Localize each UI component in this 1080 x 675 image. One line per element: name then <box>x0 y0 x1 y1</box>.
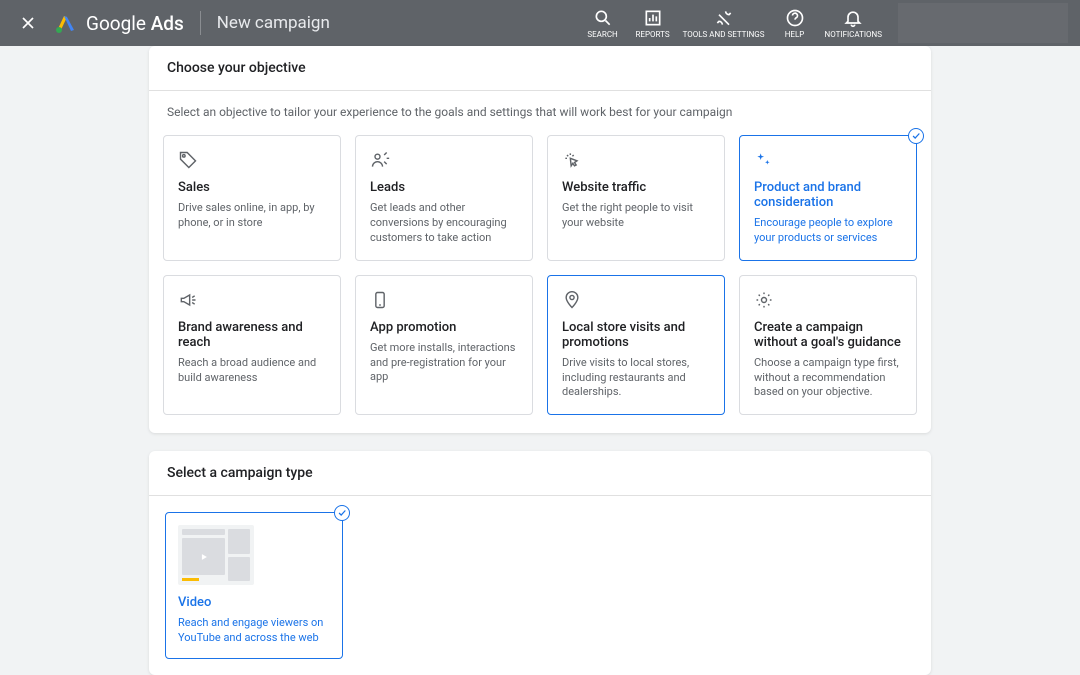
tools-icon <box>714 8 734 28</box>
objective-no-guidance[interactable]: Create a campaign without a goal's guida… <box>739 275 917 416</box>
video-thumbnail <box>178 525 254 585</box>
reports-icon <box>643 8 663 28</box>
selected-check-icon <box>334 505 350 521</box>
brand-logo: Google Ads <box>54 11 184 35</box>
objective-app[interactable]: App promotion Get more installs, interac… <box>355 275 533 416</box>
help-icon <box>785 8 805 28</box>
campaign-type-title: Select a campaign type <box>149 451 931 496</box>
campaign-type-label: Video <box>178 595 330 610</box>
objective-desc: Encourage people to explore your product… <box>754 216 902 246</box>
objective-desc: Drive sales online, in app, by phone, or… <box>178 201 326 231</box>
objective-title: Sales <box>178 180 326 195</box>
objective-traffic[interactable]: Website traffic Get the right people to … <box>547 135 725 261</box>
objective-panel-subtitle: Select an objective to tailor your exper… <box>149 91 931 127</box>
tag-icon <box>178 150 326 172</box>
header-account-area <box>898 3 1068 43</box>
megaphone-icon <box>178 290 326 312</box>
play-icon <box>199 552 209 562</box>
tool-label: SEARCH <box>587 30 617 39</box>
tool-label: HELP <box>785 30 805 39</box>
page-title: New campaign <box>217 13 330 33</box>
objective-title: App promotion <box>370 320 518 335</box>
tool-settings[interactable]: TOOLS AND SETTINGS <box>679 6 769 41</box>
objective-title: Local store visits and promotions <box>562 320 710 350</box>
header-tools: SEARCH REPORTS TOOLS AND SETTINGS HELP N… <box>579 6 886 41</box>
objective-title: Brand awareness and reach <box>178 320 326 350</box>
objective-product-brand[interactable]: Product and brand consideration Encourag… <box>739 135 917 261</box>
search-icon <box>593 8 613 28</box>
objective-desc: Reach a broad audience and build awarene… <box>178 356 326 386</box>
bell-icon <box>843 8 863 28</box>
objective-awareness[interactable]: Brand awareness and reach Reach a broad … <box>163 275 341 416</box>
brand-light: Google <box>86 12 146 35</box>
leads-icon <box>370 150 518 172</box>
sparkle-icon <box>754 150 902 172</box>
objective-panel: Choose your objective Select an objectiv… <box>149 46 931 433</box>
objective-desc: Get more installs, interactions and pre-… <box>370 341 518 386</box>
brand-bold: Ads <box>151 12 184 35</box>
objective-desc: Drive visits to local stores, including … <box>562 356 710 401</box>
tool-label: REPORTS <box>636 30 670 39</box>
objective-sales[interactable]: Sales Drive sales online, in app, by pho… <box>163 135 341 261</box>
close-icon <box>18 13 38 33</box>
pin-icon <box>562 290 710 312</box>
campaign-type-panel: Select a campaign type Video <box>149 451 931 675</box>
objective-desc: Choose a campaign type first, without a … <box>754 356 902 401</box>
phone-icon <box>370 290 518 312</box>
tool-search[interactable]: SEARCH <box>579 6 627 41</box>
tool-reports[interactable]: REPORTS <box>629 6 677 41</box>
objective-panel-title: Choose your objective <box>149 46 931 91</box>
app-header: Google Ads New campaign SEARCH REPORTS T… <box>0 0 1080 46</box>
selected-check-icon <box>908 128 924 144</box>
objective-local[interactable]: Local store visits and promotions Drive … <box>547 275 725 416</box>
objective-desc: Get the right people to visit your websi… <box>562 201 710 231</box>
objective-title: Website traffic <box>562 180 710 195</box>
header-divider <box>200 11 201 35</box>
close-button[interactable] <box>12 7 44 39</box>
campaign-type-video[interactable]: Video Reach and engage viewers on YouTub… <box>165 512 343 659</box>
gear-icon <box>754 290 902 312</box>
objective-desc: Get leads and other conversions by encou… <box>370 201 518 246</box>
objective-title: Product and brand consideration <box>754 180 902 210</box>
objective-title: Leads <box>370 180 518 195</box>
campaign-type-desc: Reach and engage viewers on YouTube and … <box>178 616 330 646</box>
objective-leads[interactable]: Leads Get leads and other conversions by… <box>355 135 533 261</box>
ads-logo-icon <box>54 11 78 35</box>
tool-notifications[interactable]: NOTIFICATIONS <box>821 6 886 41</box>
objective-title: Create a campaign without a goal's guida… <box>754 320 902 350</box>
tool-label: NOTIFICATIONS <box>825 30 882 39</box>
click-icon <box>562 150 710 172</box>
objective-grid: Sales Drive sales online, in app, by pho… <box>149 127 931 433</box>
brand-text: Google Ads <box>86 12 184 35</box>
tool-label: TOOLS AND SETTINGS <box>683 30 765 39</box>
tool-help[interactable]: HELP <box>771 6 819 41</box>
campaign-type-grid: Video Reach and engage viewers on YouTub… <box>149 496 931 675</box>
